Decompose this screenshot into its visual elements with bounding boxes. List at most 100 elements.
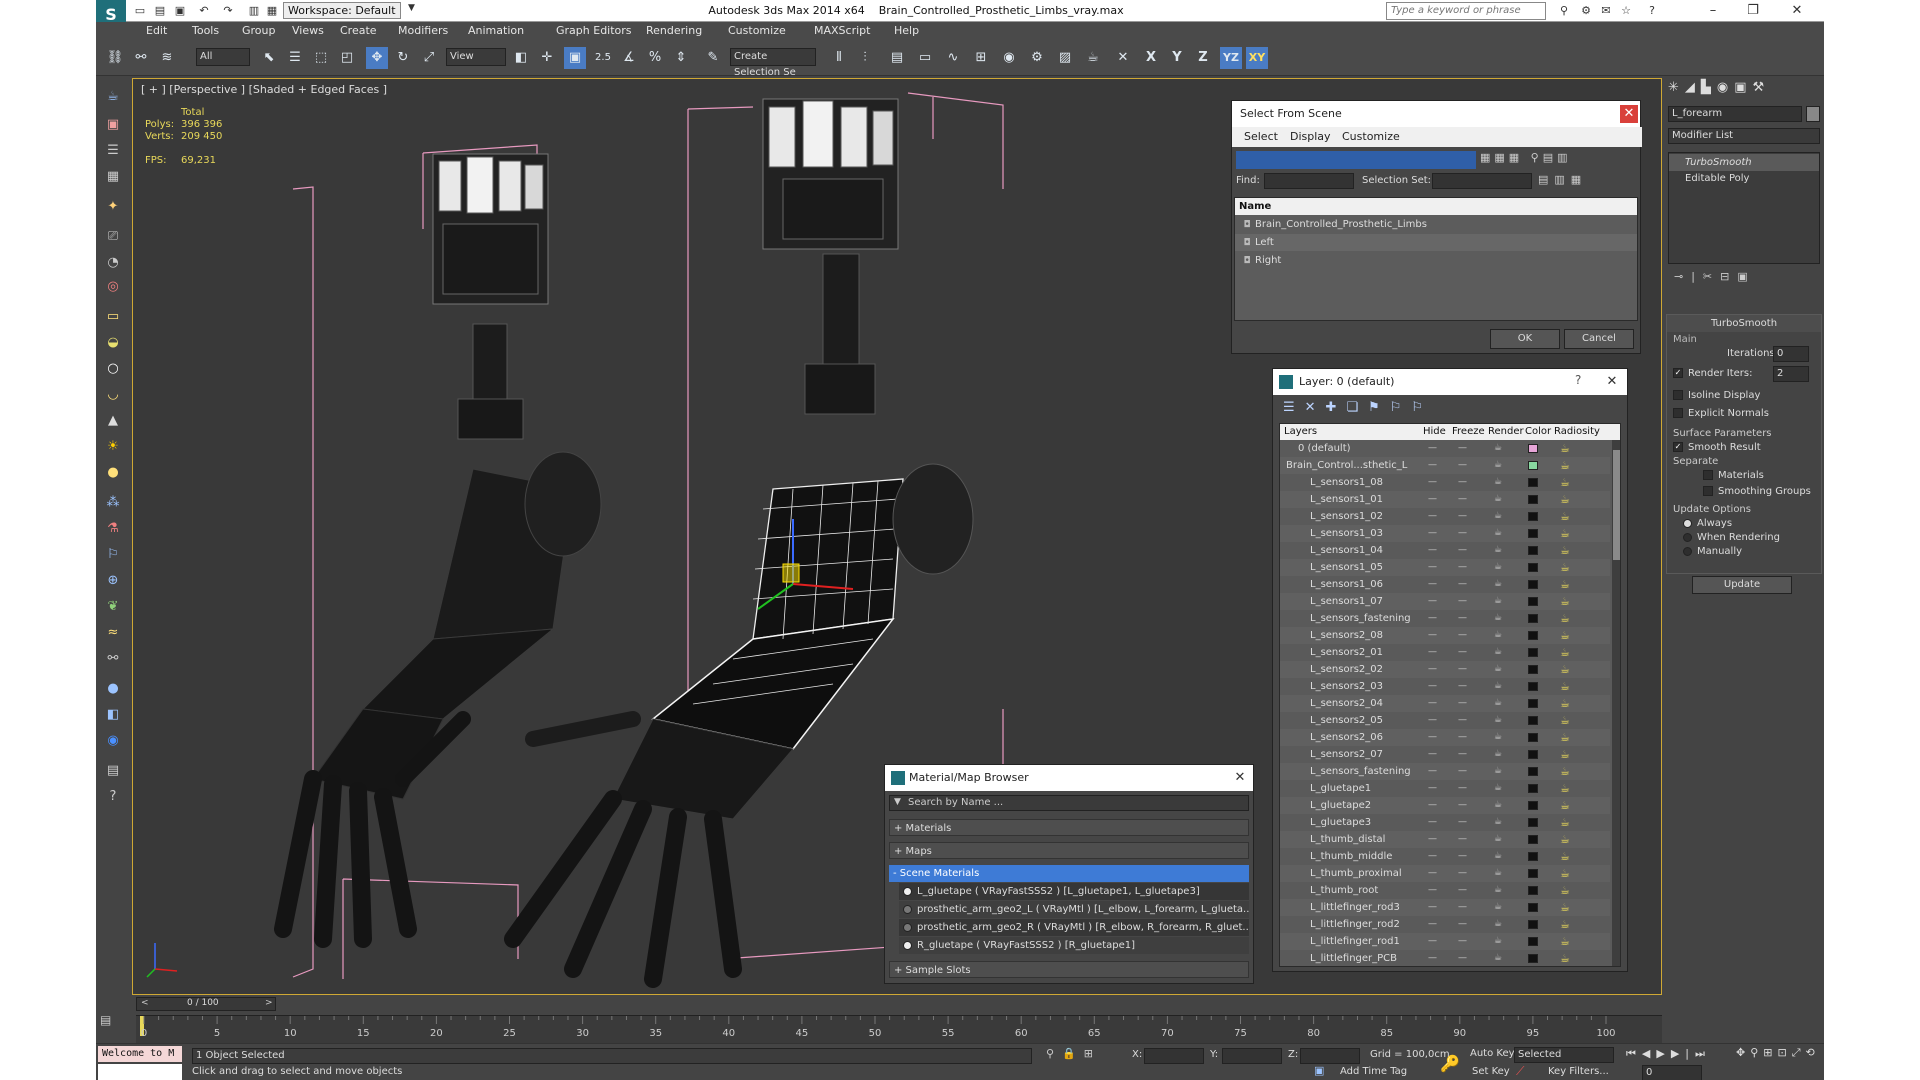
- render-teapot-icon[interactable]: ☕: [1494, 814, 1502, 831]
- radiosity-teapot-icon[interactable]: ☕: [1560, 814, 1570, 831]
- water-drop-icon[interactable]: ●: [102, 678, 124, 700]
- turbosmooth-rollout-title[interactable]: TurboSmooth: [1667, 315, 1821, 332]
- layer-row[interactable]: L_thumb_root — — ☕ ☕: [1280, 882, 1610, 899]
- radiosity-teapot-icon[interactable]: ☕: [1560, 865, 1570, 882]
- hide-toggle-icon[interactable]: —: [1428, 916, 1437, 933]
- bind-space-warp-icon[interactable]: ≋: [156, 47, 178, 69]
- stack-item-editable-poly[interactable]: Editable Poly: [1669, 170, 1819, 187]
- render-teapot-icon[interactable]: ☕: [1494, 491, 1502, 508]
- layer-row[interactable]: 0 (default) — — ☕ ☕: [1280, 440, 1610, 457]
- sfs-menu-customize[interactable]: Customize: [1342, 130, 1400, 143]
- layer-row[interactable]: L_thumb_distal — — ☕ ☕: [1280, 831, 1610, 848]
- hide-toggle-icon[interactable]: —: [1428, 712, 1437, 729]
- object-name-input[interactable]: L_forearm: [1668, 106, 1802, 122]
- layer-row[interactable]: L_sensors1_06 — — ☕ ☕: [1280, 576, 1610, 593]
- render-teapot-icon[interactable]: ☕: [1494, 610, 1502, 627]
- layer-row[interactable]: L_sensors2_01 — — ☕ ☕: [1280, 644, 1610, 661]
- hide-toggle-icon[interactable]: —: [1428, 695, 1437, 712]
- filter-icon-strip[interactable]: [1236, 151, 1476, 169]
- sphere-render-icon[interactable]: ▣: [102, 114, 124, 136]
- select-and-rotate-icon[interactable]: ↻: [392, 47, 414, 69]
- undo-icon[interactable]: ↶: [196, 3, 212, 18]
- film-icon[interactable]: ◎: [102, 276, 124, 298]
- select-and-move-icon[interactable]: ✥: [366, 47, 388, 69]
- freeze-toggle-icon[interactable]: —: [1458, 576, 1467, 593]
- render-teapot-icon[interactable]: ☕: [1494, 474, 1502, 491]
- question-icon[interactable]: ?: [102, 786, 124, 808]
- render-teapot-icon[interactable]: ☕: [1494, 576, 1502, 593]
- scene-object-row[interactable]: ◘ Right: [1235, 252, 1637, 269]
- key-filter-icon[interactable]: ⟋: [1516, 1064, 1524, 1079]
- radiosity-teapot-icon[interactable]: ☕: [1560, 746, 1570, 763]
- radiosity-teapot-icon[interactable]: ☕: [1560, 831, 1570, 848]
- render-production-icon[interactable]: ☕: [1082, 47, 1104, 69]
- radiosity-teapot-icon[interactable]: ☕: [1560, 593, 1570, 610]
- teapot-icon[interactable]: ☕: [102, 86, 124, 108]
- layer-col-freeze[interactable]: Freeze: [1452, 424, 1485, 440]
- modifier-list-dropdown[interactable]: Modifier List: [1668, 128, 1820, 144]
- render-teapot-icon[interactable]: ☕: [1494, 848, 1502, 865]
- coord-y-input[interactable]: [1222, 1048, 1282, 1064]
- minimize-button[interactable]: –: [1696, 0, 1730, 22]
- render-setup-icon[interactable]: ⚙: [1026, 47, 1048, 69]
- sfs-menu-display[interactable]: Display: [1290, 130, 1331, 143]
- freeze-toggle-icon[interactable]: —: [1458, 610, 1467, 627]
- freeze-toggle-icon[interactable]: —: [1458, 644, 1467, 661]
- freeze-toggle-icon[interactable]: —: [1458, 457, 1467, 474]
- update-manually-radio[interactable]: Manually: [1683, 543, 1742, 560]
- layer-row[interactable]: L_sensors1_07 — — ☕ ☕: [1280, 593, 1610, 610]
- hide-toggle-icon[interactable]: —: [1428, 933, 1437, 950]
- freeze-toggle-icon[interactable]: —: [1458, 542, 1467, 559]
- layer-row[interactable]: L_sensors2_08 — — ☕ ☕: [1280, 627, 1610, 644]
- radiosity-teapot-icon[interactable]: ☕: [1560, 457, 1570, 474]
- render-region-icon[interactable]: ◧: [102, 704, 124, 726]
- freeze-toggle-icon[interactable]: —: [1458, 712, 1467, 729]
- hide-toggle-icon[interactable]: —: [1428, 525, 1437, 542]
- menu-help[interactable]: Help: [894, 22, 919, 40]
- scene-object-row[interactable]: ◘ Brain_Controlled_Prosthetic_Limbs: [1235, 216, 1637, 233]
- find-input[interactable]: [1264, 173, 1354, 189]
- render-teapot-icon[interactable]: ☕: [1494, 440, 1502, 457]
- freeze-toggle-icon[interactable]: —: [1458, 780, 1467, 797]
- render-teapot-icon[interactable]: ☕: [1494, 559, 1502, 576]
- edit-named-selection-icon[interactable]: ✎: [702, 47, 724, 69]
- radiosity-teapot-icon[interactable]: ☕: [1560, 576, 1570, 593]
- freeze-toggle-icon[interactable]: —: [1458, 882, 1467, 899]
- ok-button[interactable]: OK: [1490, 329, 1560, 349]
- layer-color-swatch[interactable]: [1528, 733, 1538, 742]
- layer-color-swatch[interactable]: [1528, 597, 1538, 606]
- layer-row[interactable]: L_sensors1_08 — — ☕ ☕: [1280, 474, 1610, 491]
- keyboard-shortcut-toggle-icon[interactable]: ▣: [564, 47, 586, 69]
- menu-edit[interactable]: Edit: [146, 22, 167, 40]
- layer-row[interactable]: L_sensors_fastening — — ☕ ☕: [1280, 610, 1610, 627]
- layer-color-swatch[interactable]: [1528, 903, 1538, 912]
- open-file-icon[interactable]: ▤: [152, 3, 168, 18]
- bowl-icon[interactable]: ◡: [102, 384, 124, 406]
- hide-toggle-icon[interactable]: —: [1428, 491, 1437, 508]
- layer-manager-icon[interactable]: ▤: [886, 47, 908, 69]
- time-tag-icon[interactable]: ▣: [1314, 1064, 1328, 1078]
- freeze-toggle-icon[interactable]: —: [1458, 797, 1467, 814]
- freeze-toggle-icon[interactable]: —: [1458, 933, 1467, 950]
- render-teapot-icon[interactable]: ☕: [1494, 865, 1502, 882]
- render-teapot-icon[interactable]: ☕: [1494, 644, 1502, 661]
- rendered-frame-window-icon[interactable]: ▨: [1054, 47, 1076, 69]
- layer-row[interactable]: L_sensors2_04 — — ☕ ☕: [1280, 695, 1610, 712]
- layer-row[interactable]: L_littlefinger_rod2 — — ☕ ☕: [1280, 916, 1610, 933]
- disc-icon[interactable]: ●: [102, 462, 124, 484]
- layer-row[interactable]: L_gluetape3 — — ☕ ☕: [1280, 814, 1610, 831]
- layer-color-swatch[interactable]: [1528, 835, 1538, 844]
- name-column-header[interactable]: Name: [1235, 198, 1637, 215]
- layer-color-swatch[interactable]: [1528, 920, 1538, 929]
- freeze-toggle-icon[interactable]: —: [1458, 559, 1467, 576]
- render-iters-spinner[interactable]: 2: [1773, 366, 1809, 382]
- material-search-bar[interactable]: ▼ Search by Name ...: [889, 795, 1249, 811]
- time-slider-next-icon[interactable]: >: [265, 998, 273, 1008]
- freeze-toggle-icon[interactable]: —: [1458, 491, 1467, 508]
- layer-color-swatch[interactable]: [1528, 512, 1538, 521]
- cone-icon[interactable]: ▲: [102, 410, 124, 432]
- freeze-toggle-icon[interactable]: —: [1458, 899, 1467, 916]
- auto-key-button[interactable]: Auto Key: [1470, 1048, 1515, 1059]
- fur-icon[interactable]: ≈: [102, 622, 124, 644]
- layer-color-swatch[interactable]: [1528, 614, 1538, 623]
